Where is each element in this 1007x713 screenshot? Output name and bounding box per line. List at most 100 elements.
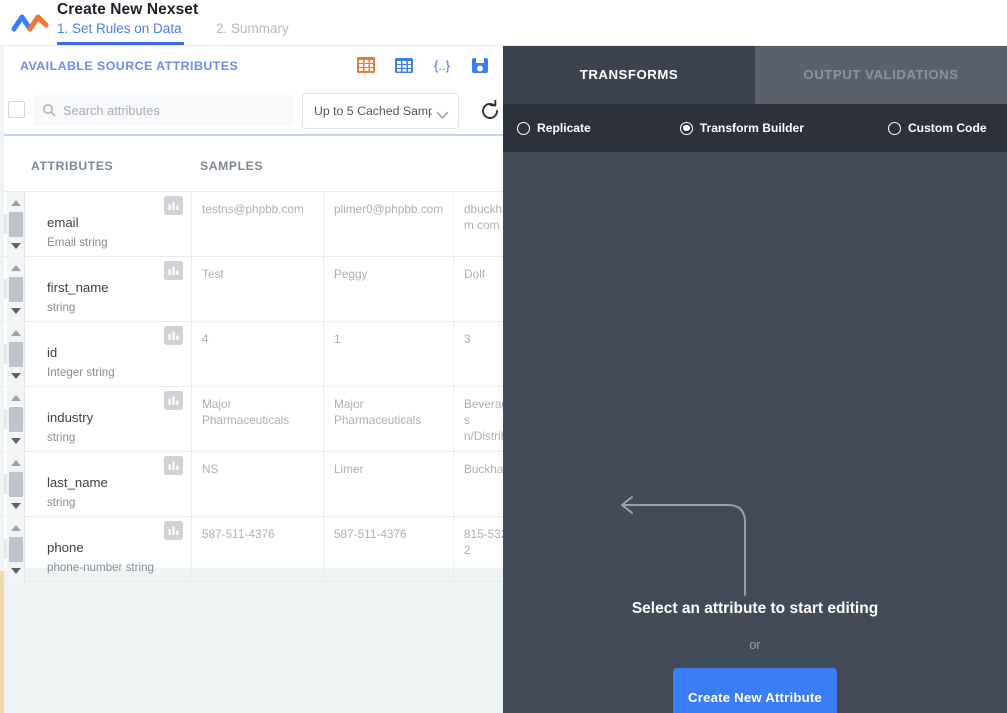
radio-custom-code[interactable]: Custom Code xyxy=(887,121,987,135)
bar-chart-icon[interactable] xyxy=(164,196,183,215)
search-attributes-box[interactable] xyxy=(33,95,293,126)
scroll-thumb[interactable] xyxy=(9,537,23,562)
attribute-cell[interactable]: id Integer string xyxy=(25,322,192,387)
row-scroll-handle[interactable] xyxy=(7,387,25,452)
select-all-checkbox[interactable] xyxy=(8,101,25,118)
sample-cell: Beverages n/Distribu xyxy=(454,387,503,452)
chevron-up-icon[interactable] xyxy=(11,330,21,336)
row-scroll-handle[interactable] xyxy=(7,517,25,582)
chevron-down-icon[interactable] xyxy=(11,568,21,574)
chevron-down-icon xyxy=(436,107,449,119)
json-braces-icon[interactable]: {..} xyxy=(431,54,453,76)
attributes-header: AVAILABLE SOURCE ATTRIBUTES {..} xyxy=(4,46,503,87)
search-input[interactable] xyxy=(63,95,288,126)
chevron-up-icon[interactable] xyxy=(11,265,21,271)
orange-table-icon[interactable] xyxy=(355,54,377,76)
panel-tabs: TRANSFORMS OUTPUT VALIDATIONS xyxy=(503,46,1007,104)
tab-transforms[interactable]: TRANSFORMS xyxy=(503,46,755,104)
attributes-card: AVAILABLE SOURCE ATTRIBUTES {..} Search … xyxy=(4,46,503,582)
table-row[interactable]: id Integer string 4 1 3 xyxy=(4,322,503,387)
sample-cell: Major Pharmaceuticals xyxy=(192,387,324,452)
radio-replicate[interactable]: Replicate xyxy=(517,121,591,135)
sample-cell: Peggy xyxy=(324,257,454,322)
attribute-type: phone-number string xyxy=(47,561,154,574)
attribute-type: string xyxy=(47,496,76,509)
header-icon-group: {..} xyxy=(355,54,491,76)
save-icon[interactable] xyxy=(469,54,491,76)
tab-output-validations[interactable]: OUTPUT VALIDATIONS xyxy=(755,46,1007,104)
attribute-cell[interactable]: last_name string xyxy=(25,452,192,517)
row-scroll-handle[interactable] xyxy=(7,452,25,517)
scroll-thumb[interactable] xyxy=(9,407,23,432)
attribute-type: string xyxy=(47,431,76,444)
attribute-name: email xyxy=(47,215,79,230)
step-summary[interactable]: 2. Summary xyxy=(216,21,289,42)
samples-count-select[interactable]: Up to 5 Cached Sampl... xyxy=(302,93,459,129)
left-edge-status-strip xyxy=(0,571,4,713)
attribute-cell[interactable]: email Email string xyxy=(25,192,192,257)
chevron-up-icon[interactable] xyxy=(11,395,21,401)
attribute-cell[interactable]: first_name string xyxy=(25,257,192,322)
chevron-down-icon[interactable] xyxy=(11,308,21,314)
available-source-attributes-label: AVAILABLE SOURCE ATTRIBUTES xyxy=(20,59,239,73)
sample-cell: 587-511-4376 xyxy=(192,517,324,582)
table-row[interactable]: email Email string testns@phpbb.com plimer0… xyxy=(4,192,503,257)
grid-column-headers: ATTRIBUTES SAMPLES xyxy=(4,136,503,192)
create-new-attribute-button[interactable]: Create New Attribute xyxy=(673,668,837,713)
bar-chart-icon[interactable] xyxy=(164,391,183,410)
attribute-cell[interactable]: industry string xyxy=(25,387,192,452)
scroll-thumb[interactable] xyxy=(9,342,23,367)
empty-state: Select an attribute to start editing or … xyxy=(503,152,1007,713)
attribute-name: id xyxy=(47,345,58,360)
radio-circle-icon xyxy=(887,121,901,135)
bar-chart-icon[interactable] xyxy=(164,261,183,280)
chevron-up-icon[interactable] xyxy=(11,525,21,531)
table-row[interactable]: phone phone-number string 587-511-4376 587-… xyxy=(4,517,503,582)
column-header-attributes: ATTRIBUTES xyxy=(31,159,114,173)
scroll-thumb[interactable] xyxy=(9,212,23,237)
radio-transform-builder-label: Transform Builder xyxy=(699,121,804,135)
bar-chart-icon[interactable] xyxy=(164,521,183,540)
sample-cell: testns@phpbb.com xyxy=(192,192,324,257)
step-set-rules[interactable]: 1. Set Rules on Data xyxy=(57,21,184,45)
sample-cell: NS xyxy=(192,452,324,517)
scroll-thumb[interactable] xyxy=(9,277,23,302)
attributes-grid: email Email string testns@phpbb.com plimer0… xyxy=(4,192,503,582)
sample-cell: 3 xyxy=(454,322,503,387)
attribute-cell[interactable]: phone phone-number string xyxy=(25,517,192,582)
search-row: Up to 5 Cached Sampl... xyxy=(4,87,503,135)
chevron-down-icon[interactable] xyxy=(11,243,21,249)
table-row[interactable]: last_namestringNSLimerBuckham xyxy=(4,452,503,517)
column-header-samples: SAMPLES xyxy=(200,159,264,173)
blue-table-icon[interactable] xyxy=(393,54,415,76)
chevron-down-icon[interactable] xyxy=(11,503,21,509)
scroll-thumb[interactable] xyxy=(9,472,23,497)
bar-chart-icon[interactable] xyxy=(164,456,183,475)
table-row[interactable]: first_name string Test Peggy Dolf xyxy=(4,257,503,322)
radio-transform-builder[interactable]: Transform Builder xyxy=(679,121,804,135)
sample-cell: dbuckham com xyxy=(454,192,503,257)
sample-cell: plimer0@phpbb.com xyxy=(324,192,454,257)
sample-cell: Test xyxy=(192,257,324,322)
empty-state-or: or xyxy=(749,638,761,652)
sample-cell: 4 xyxy=(192,322,324,387)
chevron-down-icon[interactable] xyxy=(11,438,21,444)
row-scroll-handle[interactable] xyxy=(7,257,25,322)
curved-left-arrow-icon xyxy=(613,492,753,597)
bar-chart-icon[interactable] xyxy=(164,326,183,345)
transform-mode-radio-group: Replicate Transform Builder Custom Code xyxy=(503,104,1007,152)
sample-cell: Dolf xyxy=(454,257,503,322)
refresh-icon[interactable] xyxy=(479,99,501,122)
source-attributes-panel: AVAILABLE SOURCE ATTRIBUTES {..} Search … xyxy=(0,46,503,713)
search-icon xyxy=(42,103,56,117)
sample-cell: 1 xyxy=(324,322,454,387)
row-scroll-handle[interactable] xyxy=(7,322,25,387)
chevron-up-icon[interactable] xyxy=(11,200,21,206)
chevron-down-icon[interactable] xyxy=(11,373,21,379)
table-row[interactable]: industry string Major Pharmaceuticals Major… xyxy=(4,387,503,452)
attribute-type: Email string xyxy=(47,236,108,249)
row-scroll-handle[interactable] xyxy=(7,192,25,257)
chevron-up-icon[interactable] xyxy=(11,460,21,466)
attribute-name: industry xyxy=(47,410,94,425)
sample-cell: Major Pharmaceuticals xyxy=(324,387,454,452)
